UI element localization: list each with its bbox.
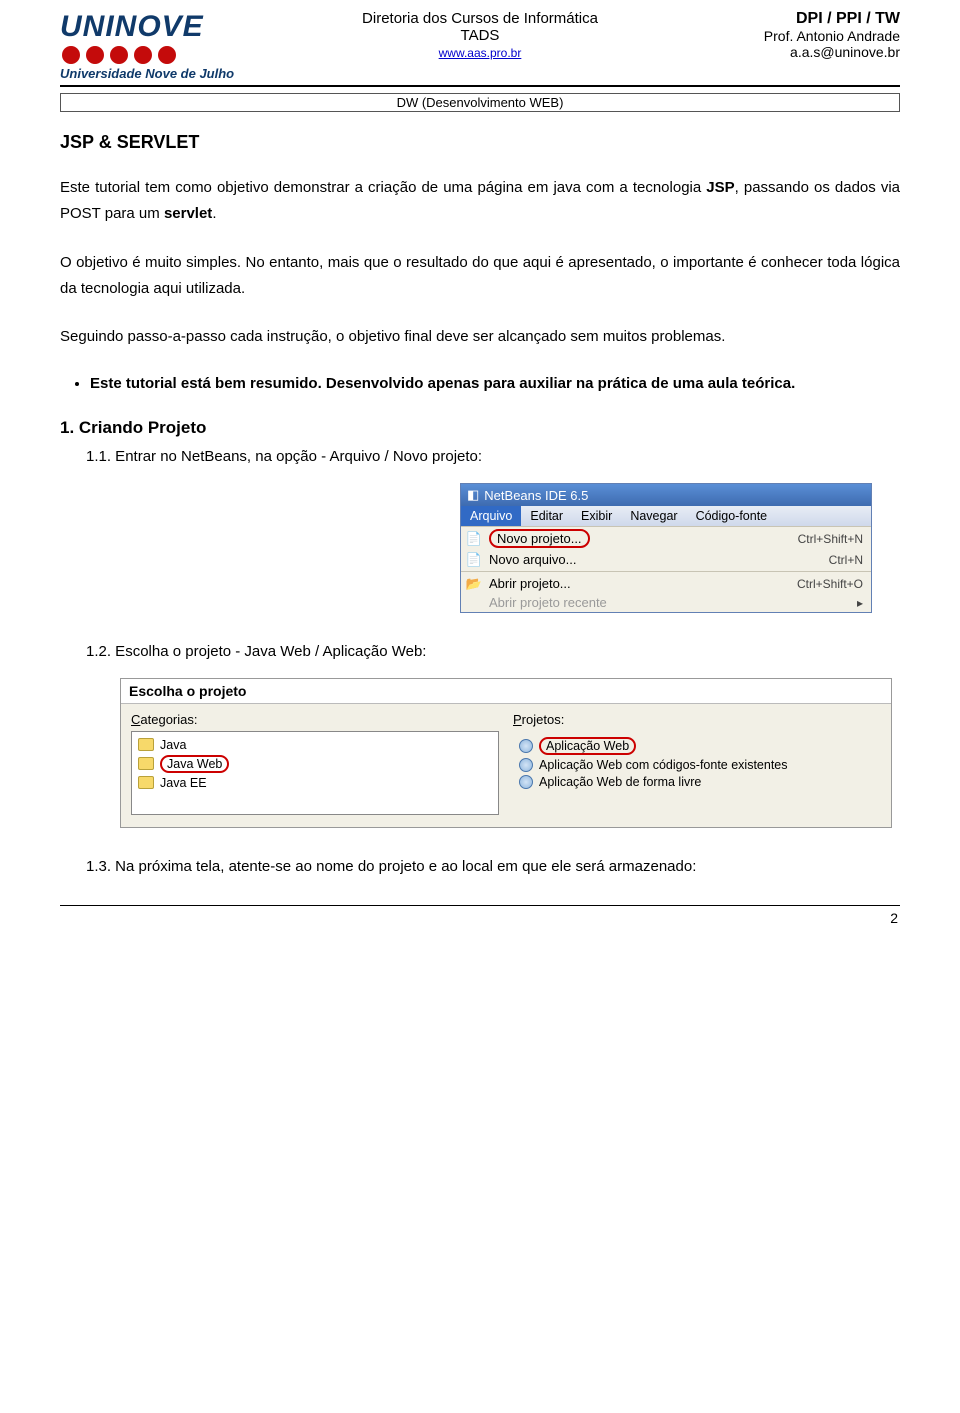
project-aplicacao-web-existente[interactable]: Aplicação Web com códigos-fonte existent…	[519, 756, 875, 773]
menu-navegar[interactable]: Navegar	[621, 506, 686, 526]
menu-editar[interactable]: Editar	[521, 506, 572, 526]
projects-label: PProjetos:rojetos:	[513, 712, 881, 727]
intro-paragraph-1: Este tutorial tem como objetivo demonstr…	[60, 175, 900, 228]
menu-label: Abrir projeto...	[489, 576, 797, 591]
professor-name: Prof. Antonio Andrade	[690, 28, 900, 44]
text: Este tutorial tem como objetivo demonstr…	[60, 179, 706, 196]
wizard-screenshot: Escolha o projeto CCategorias:ategorias:…	[120, 678, 892, 828]
header-rule	[60, 85, 900, 87]
netbeans-titlebar: ◧ NetBeans IDE 6.5	[461, 484, 871, 506]
netbeans-title: NetBeans IDE 6.5	[484, 488, 588, 503]
bold-servlet: servlet	[164, 205, 212, 222]
footer-rule	[60, 905, 900, 906]
highlight-ring: Aplicação Web	[539, 737, 636, 755]
folder-icon	[138, 776, 154, 789]
wizard-title: Escolha o projeto	[121, 679, 891, 704]
categories-column: CCategorias:ategorias: Java Java Web Jav…	[131, 712, 499, 815]
menu-codigofonte[interactable]: Código-fonte	[687, 506, 777, 526]
menu-label: Abrir projeto recente	[489, 595, 857, 610]
menu-separator	[461, 571, 871, 572]
folder-icon	[138, 757, 154, 770]
new-project-icon: 📄	[465, 532, 483, 546]
document-header: UNINOVE Universidade Nove de Julho Diret…	[60, 10, 900, 81]
netbeans-dropdown: 📄 Novo projeto... Ctrl+Shift+N 📄 Novo ar…	[461, 526, 871, 612]
menu-item-abrir-projeto[interactable]: 📂 Abrir projeto... Ctrl+Shift+O	[461, 574, 871, 593]
netbeans-screenshot: ◧ NetBeans IDE 6.5 Arquivo Editar Exibir…	[460, 483, 872, 613]
logo-dots	[62, 46, 270, 64]
category-java-web[interactable]: Java Web	[138, 753, 492, 774]
section-heading-1: 1. Criando Projeto	[60, 418, 900, 438]
menu-exibir[interactable]: Exibir	[572, 506, 621, 526]
intro-paragraph-2: O objetivo é muito simples. No entanto, …	[60, 250, 900, 303]
option-label: Aplicação Web com códigos-fonte existent…	[539, 758, 788, 772]
logo-main: UNINOVE	[60, 12, 270, 42]
projects-list[interactable]: Aplicação Web Aplicação Web com códigos-…	[513, 731, 881, 794]
dept-title: Diretoria dos Cursos de Informática	[270, 10, 690, 27]
netbeans-menubar: Arquivo Editar Exibir Navegar Código-fon…	[461, 506, 871, 526]
menu-item-abrir-recente: Abrir projeto recente ▸	[461, 593, 871, 612]
option-label: Aplicação Web de forma livre	[539, 775, 701, 789]
open-project-icon: 📂	[465, 577, 483, 591]
course-code: TADS	[270, 27, 690, 44]
step-1-1: 1.1. Entrar no NetBeans, na opção - Arqu…	[86, 448, 900, 465]
globe-icon	[519, 758, 533, 772]
step-1-2: 1.2. Escolha o projeto - Java Web / Apli…	[86, 643, 900, 660]
netbeans-icon: ◧	[467, 487, 479, 503]
project-aplicacao-web[interactable]: Aplicação Web	[519, 735, 875, 756]
globe-icon	[519, 775, 533, 789]
new-file-icon: 📄	[465, 553, 483, 567]
header-right: DPI / PPI / TW Prof. Antonio Andrade a.a…	[690, 10, 900, 60]
step-1-3: 1.3. Na próxima tela, atente-se ao nome …	[86, 858, 900, 875]
category-java-ee[interactable]: Java EE	[138, 774, 492, 791]
bold-jsp: JSP	[706, 179, 734, 196]
option-label: Java	[160, 738, 186, 752]
text: .	[212, 205, 216, 222]
shortcut: Ctrl+N	[829, 553, 863, 567]
page-number: 2	[60, 910, 900, 926]
folder-icon	[138, 738, 154, 751]
note-bullet: Este tutorial está bem resumido. Desenvo…	[90, 372, 900, 396]
professor-email: a.a.s@uninove.br	[690, 44, 900, 60]
shortcut: Ctrl+Shift+N	[798, 532, 863, 546]
header-center: Diretoria dos Cursos de Informática TADS…	[270, 10, 690, 61]
menu-label: Novo projeto...	[497, 531, 582, 546]
subject-box: DW (Desenvolvimento WEB)	[60, 93, 900, 112]
shortcut: Ctrl+Shift+O	[797, 577, 863, 591]
projects-column: PProjetos:rojetos: Aplicação Web Aplicaç…	[513, 712, 881, 815]
project-aplicacao-web-livre[interactable]: Aplicação Web de forma livre	[519, 773, 875, 790]
blank-icon	[465, 596, 483, 610]
menu-arquivo[interactable]: Arquivo	[461, 506, 521, 526]
option-label: Java EE	[160, 776, 207, 790]
highlight-ring: Java Web	[160, 755, 229, 773]
categories-label: CCategorias:ategorias:	[131, 712, 499, 727]
option-label: Java Web	[167, 757, 222, 771]
logo-subtitle: Universidade Nove de Julho	[60, 66, 270, 81]
menu-item-novo-arquivo[interactable]: 📄 Novo arquivo... Ctrl+N	[461, 550, 871, 569]
course-tags: DPI / PPI / TW	[690, 10, 900, 28]
logo-block: UNINOVE Universidade Nove de Julho	[60, 10, 270, 81]
doc-title: JSP & SERVLET	[60, 132, 900, 153]
site-link[interactable]: www.aas.pro.br	[439, 46, 522, 60]
highlight-ring: Novo projeto...	[489, 529, 590, 548]
submenu-arrow-icon: ▸	[857, 596, 863, 610]
option-label: Aplicação Web	[546, 739, 629, 753]
globe-icon	[519, 739, 533, 753]
categories-list[interactable]: Java Java Web Java EE	[131, 731, 499, 815]
note-list: Este tutorial está bem resumido. Desenvo…	[90, 372, 900, 396]
menu-label: Novo arquivo...	[489, 552, 829, 567]
menu-item-novo-projeto[interactable]: 📄 Novo projeto... Ctrl+Shift+N	[461, 527, 871, 550]
intro-paragraph-3: Seguindo passo-a-passo cada instrução, o…	[60, 324, 900, 350]
category-java[interactable]: Java	[138, 736, 492, 753]
